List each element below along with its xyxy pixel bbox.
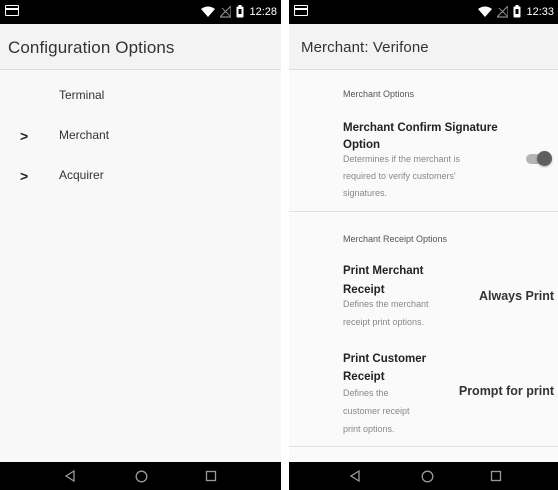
status-time: 12:33 [526, 5, 554, 18]
list-item-terminal[interactable]: Terminal [0, 76, 281, 116]
section-header-merchant-options: Merchant Options [343, 89, 415, 99]
config-list: Terminal > Merchant > Acquirer [0, 70, 281, 462]
wifi-icon [201, 6, 216, 18]
setting-description: signatures. [343, 188, 388, 198]
setting-description: print options. [343, 424, 395, 434]
configuration-options-screen: 12:28 Configuration Options Terminal > M… [0, 0, 281, 490]
toggle-knob [537, 151, 552, 166]
setting-title: Receipt [343, 371, 385, 383]
battery-icon [513, 5, 521, 18]
setting-title: Print Merchant [343, 265, 424, 277]
wifi-icon [478, 6, 493, 18]
chevron-right-icon: > [20, 128, 29, 144]
battery-icon [236, 5, 244, 18]
no-signal-icon [220, 5, 232, 18]
setting-description: customer receipt [343, 406, 410, 416]
confirm-signature-toggle[interactable] [526, 151, 552, 167]
list-item-label: Terminal [59, 88, 105, 102]
page-title: Merchant: Verifone [301, 39, 429, 56]
app-bar: Merchant: Verifone [289, 24, 558, 70]
setting-description: required to verify customers' [343, 171, 456, 181]
back-icon[interactable] [347, 468, 363, 484]
setting-description: Defines the [343, 388, 389, 398]
window-icon [5, 5, 19, 16]
setting-title: Option [343, 139, 381, 151]
list-item-label: Merchant [59, 128, 110, 142]
recents-icon[interactable] [203, 468, 219, 484]
print-customer-receipt-value: Prompt for print [458, 384, 554, 398]
page-title: Configuration Options [8, 38, 175, 57]
setting-title: Receipt [343, 284, 385, 296]
app-bar: Configuration Options [0, 24, 281, 70]
setting-title: Merchant Confirm Signature [343, 122, 498, 134]
home-icon[interactable] [133, 468, 149, 484]
print-merchant-receipt-value: Always Print [478, 289, 554, 303]
list-item-merchant[interactable]: > Merchant [0, 116, 281, 156]
window-icon [294, 5, 308, 16]
status-bar: 12:28 [0, 0, 281, 24]
home-icon[interactable] [419, 468, 435, 484]
settings-list: Merchant Options Merchant Confirm Signat… [289, 70, 558, 462]
chevron-right-icon: > [20, 168, 29, 184]
divider [289, 211, 558, 212]
back-icon[interactable] [62, 468, 78, 484]
navigation-bar [0, 462, 281, 490]
list-item-acquirer[interactable]: > Acquirer [0, 156, 281, 196]
divider [289, 446, 558, 447]
no-signal-icon [497, 5, 509, 18]
recents-icon[interactable] [488, 468, 504, 484]
setting-description: Determines if the merchant is [343, 154, 461, 164]
merchant-settings-screen: 12:33 Merchant: Verifone Merchant Option… [289, 0, 558, 490]
setting-description: Defines the merchant [343, 299, 429, 309]
status-time: 12:28 [249, 5, 277, 18]
status-bar: 12:33 [289, 0, 558, 24]
list-item-label: Acquirer [59, 168, 104, 182]
navigation-bar [289, 462, 558, 490]
section-header-receipt-options: Merchant Receipt Options [343, 234, 448, 244]
setting-title: Print Customer [343, 353, 427, 365]
setting-description: receipt print options. [343, 317, 425, 327]
